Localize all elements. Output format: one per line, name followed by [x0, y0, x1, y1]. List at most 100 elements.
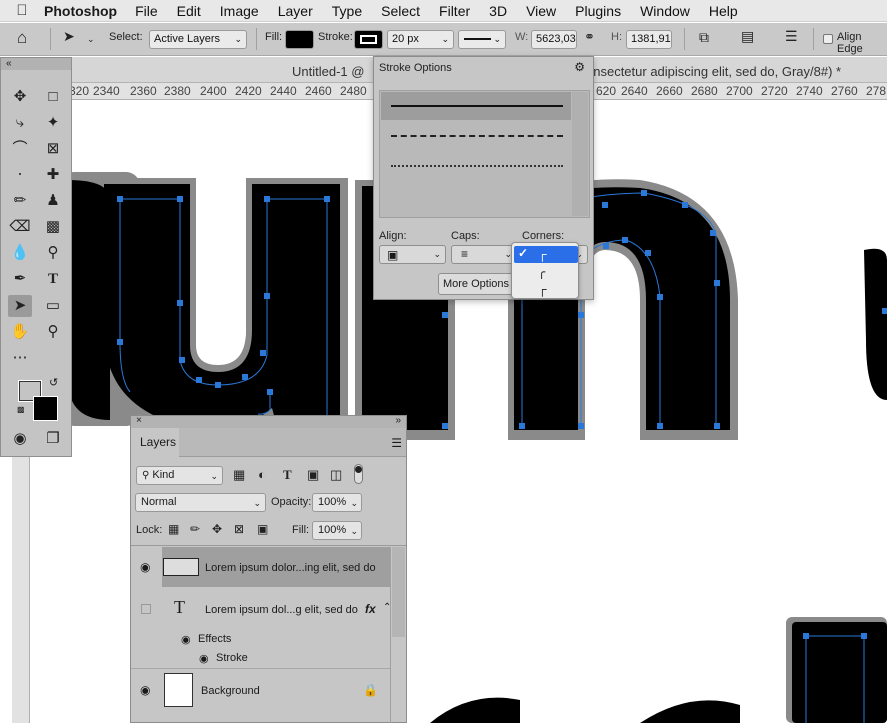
menu-select[interactable]: Select	[381, 3, 420, 19]
eye-icon[interactable]: ◉	[199, 652, 209, 665]
crop-tool-icon[interactable]: ⌒	[8, 138, 32, 160]
frame-tool-icon[interactable]: ⊠	[41, 138, 65, 160]
layers-scrollbar[interactable]	[392, 547, 405, 637]
close-icon[interactable]: ×	[136, 415, 142, 426]
visibility-toggle[interactable]	[141, 604, 151, 614]
blur-tool-icon[interactable]: 💧	[8, 242, 32, 264]
magic-wand-icon[interactable]: ✦	[41, 112, 65, 134]
stroke-type-solid[interactable]	[381, 92, 571, 120]
path-arrangement-icon[interactable]: ☰	[785, 28, 798, 45]
eye-icon[interactable]: ◉	[140, 683, 150, 697]
menu-image[interactable]: Image	[220, 3, 259, 19]
caps-dropdown[interactable]: ≡ ⌄	[451, 245, 517, 264]
lock-pixels-icon[interactable]: ✏	[190, 522, 200, 536]
select-dropdown[interactable]: Active Layers ⌄	[149, 30, 247, 49]
path-selection-tool-icon[interactable]: ➤	[63, 28, 75, 45]
lock-transparent-icon[interactable]: ▦	[168, 522, 179, 536]
quick-mask-icon[interactable]: ◉	[8, 428, 32, 450]
filter-adjustment-icon[interactable]: ◐	[258, 467, 266, 482]
chevron-down-icon[interactable]: ⌄	[87, 34, 95, 45]
menu-view[interactable]: View	[526, 3, 556, 19]
filter-pixel-icon[interactable]: ▦	[233, 467, 245, 483]
menu-help[interactable]: Help	[709, 3, 738, 19]
app-menu-photoshop[interactable]: Photoshop	[44, 3, 117, 19]
screen-mode-icon[interactable]: ❐	[41, 428, 65, 450]
more-tools-icon[interactable]: ⋯	[8, 347, 32, 369]
path-operations-icon[interactable]: ⧉	[699, 29, 709, 46]
layer-filter-dropdown[interactable]: ⚲ Kind ⌄	[136, 466, 223, 485]
fill-field[interactable]: 100% ⌄	[312, 521, 362, 540]
menu-window[interactable]: Window	[640, 3, 690, 19]
align-dropdown[interactable]: ▣ ⌄	[379, 245, 446, 264]
layer-fx-badge[interactable]: fx	[365, 602, 376, 616]
menu-plugins[interactable]: Plugins	[575, 3, 621, 19]
home-icon[interactable]: ⌂	[17, 28, 27, 48]
height-field[interactable]: 1381,91	[626, 30, 672, 49]
tab-layers[interactable]: Layers	[131, 428, 179, 457]
move-tool-icon[interactable]: ✥	[8, 86, 32, 108]
layer-row-text[interactable]: T Lorem ipsum dol...g elit, sed do fx ⌃	[131, 590, 391, 630]
more-options-button[interactable]: More Options	[438, 273, 514, 295]
layer-row-shape[interactable]: ◉ Lorem ipsum dolor...ing elit, sed do	[131, 547, 391, 587]
path-selection-tool-icon[interactable]: ➤	[8, 295, 32, 317]
brush-tool-icon[interactable]: ✏	[8, 190, 32, 212]
filter-smart-object-icon[interactable]: ◫	[330, 467, 342, 483]
chevron-down-icon: ⌄	[433, 249, 441, 259]
lock-artboard-icon[interactable]: ⊠	[234, 522, 244, 536]
stroke-swatch[interactable]	[354, 30, 383, 49]
filter-shape-icon[interactable]: ▣	[307, 467, 319, 483]
dodge-tool-icon[interactable]: ⚲	[41, 242, 65, 264]
filter-type-icon[interactable]: T	[283, 467, 292, 483]
background-color-swatch[interactable]	[33, 396, 58, 421]
swap-colors-icon[interactable]: ↺	[49, 376, 58, 389]
opacity-field[interactable]: 100% ⌄	[312, 493, 362, 512]
corner-option-round[interactable]: ╭	[514, 264, 578, 281]
stroke-list-scrollbar[interactable]	[572, 92, 588, 216]
default-colors-icon[interactable]: ▩	[17, 405, 25, 414]
stroke-type-dashed[interactable]	[381, 122, 571, 150]
fill-swatch[interactable]	[285, 30, 314, 49]
menu-file[interactable]: File	[135, 3, 158, 19]
stroke-type-dotted[interactable]	[381, 152, 571, 180]
gear-icon[interactable]: ⚙	[574, 60, 585, 74]
menu-layer[interactable]: Layer	[278, 3, 313, 19]
menu-edit[interactable]: Edit	[177, 3, 201, 19]
collapse-icon[interactable]: »	[395, 415, 401, 426]
eye-icon[interactable]: ◉	[140, 560, 150, 574]
marquee-tool-icon[interactable]: □	[41, 86, 65, 108]
corner-option-bevel[interactable]: ┌	[514, 281, 578, 298]
eraser-tool-icon[interactable]: ⌫	[8, 216, 32, 238]
zoom-tool-icon[interactable]: ⚲	[41, 321, 65, 343]
gradient-tool-icon[interactable]: ▩	[41, 216, 65, 238]
lasso-tool-icon[interactable]: ⤷	[8, 112, 32, 134]
effects-row[interactable]: ◉ Effects	[131, 630, 391, 650]
align-edges-checkbox[interactable]	[823, 34, 833, 44]
eye-icon[interactable]: ◉	[181, 633, 191, 646]
hand-tool-icon[interactable]: ✋	[8, 321, 32, 343]
width-field[interactable]: 5623,03	[531, 30, 577, 49]
tools-panel-header[interactable]: «	[1, 58, 71, 70]
stroke-width-field[interactable]: 20 px ⌄	[387, 30, 454, 49]
blend-mode-dropdown[interactable]: Normal ⌄	[135, 493, 266, 512]
eyedropper-icon[interactable]: ⋅	[8, 164, 32, 186]
stamp-tool-icon[interactable]: ♟	[41, 190, 65, 212]
layers-panel-header[interactable]: × »	[131, 415, 406, 428]
pen-tool-icon[interactable]: ✒	[8, 268, 32, 290]
rectangle-tool-icon[interactable]: ▭	[41, 295, 65, 317]
healing-brush-icon[interactable]: ✚	[41, 164, 65, 186]
lock-all-icon[interactable]: ▣	[257, 522, 268, 536]
path-alignment-icon[interactable]: ▤	[741, 28, 754, 45]
corner-option-miter[interactable]: ✓ ┌	[514, 246, 578, 263]
link-icon[interactable]: ⚭	[584, 29, 595, 45]
menu-type[interactable]: Type	[332, 3, 362, 19]
menu-3d[interactable]: 3D	[489, 3, 507, 19]
menu-filter[interactable]: Filter	[439, 3, 470, 19]
lock-position-icon[interactable]: ✥	[212, 522, 222, 536]
type-tool-icon[interactable]: T	[41, 268, 65, 290]
filter-toggle[interactable]	[354, 464, 363, 484]
stroke-type-dropdown[interactable]: ⌄	[458, 30, 506, 49]
layer-row-background[interactable]: ◉ Background 🔒	[131, 670, 391, 710]
apple-icon[interactable]: 	[0, 2, 44, 19]
stroke-effect-row[interactable]: ◉ Stroke	[131, 649, 391, 669]
panel-menu-icon[interactable]: ☰	[391, 436, 402, 450]
